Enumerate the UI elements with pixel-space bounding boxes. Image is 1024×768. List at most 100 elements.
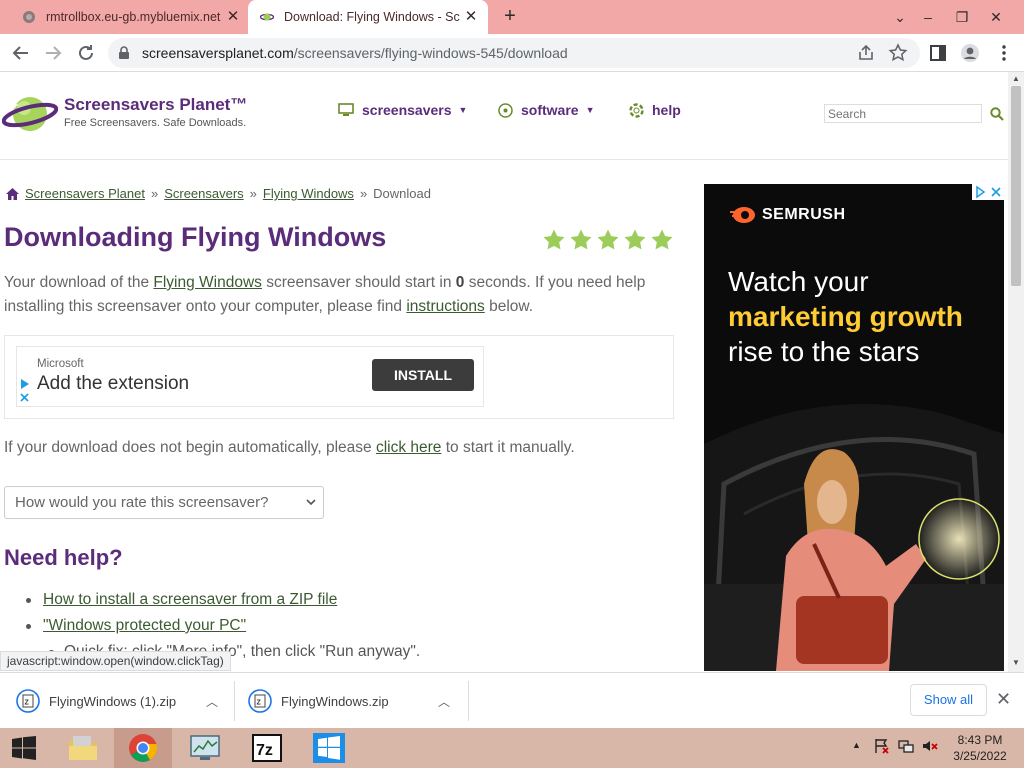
minimize-button[interactable]: –: [912, 0, 944, 34]
help-link-windows-protected[interactable]: "Windows protected your PC": [43, 617, 246, 634]
ad-advertiser: Microsoft: [37, 358, 84, 370]
screensaver-link[interactable]: Flying Windows: [153, 274, 262, 291]
lock-icon[interactable]: [118, 46, 130, 60]
breadcrumb-link[interactable]: Flying Windows: [263, 186, 354, 201]
side-banner-ad[interactable]: SEMRUSH Watch your marketing growth rise…: [704, 184, 1004, 671]
adchoices-icon[interactable]: [972, 184, 988, 200]
browser-tab-active[interactable]: Download: Flying Windows - Scre ✕: [248, 0, 488, 34]
close-window-button[interactable]: ✕: [980, 0, 1012, 34]
install-button[interactable]: INSTALL: [372, 359, 474, 391]
back-arrow-icon[interactable]: [10, 42, 32, 64]
text-fragment: Your download of the: [4, 274, 154, 291]
chevron-up-icon[interactable]: ︿: [438, 693, 450, 710]
download-item[interactable]: Z FlyingWindows.zip ︿: [248, 679, 462, 723]
site-search-input[interactable]: [824, 104, 982, 123]
ad-headline[interactable]: Add the extension: [37, 373, 189, 395]
breadcrumb-separator: »: [359, 186, 368, 201]
text-fragment: If your download does not begin automati…: [4, 439, 376, 456]
system-clock[interactable]: 8:43 PM 3/25/2022: [944, 732, 1016, 764]
site-tagline: Free Screensavers. Safe Downloads.: [64, 117, 247, 129]
scrollbar-thumb[interactable]: [1011, 86, 1021, 286]
link-status-bar: javascript:window.open(window.clickTag): [0, 651, 231, 671]
rating-select[interactable]: How would you rate this screensaver?: [4, 486, 324, 519]
breadcrumb-link[interactable]: Screensavers: [164, 186, 243, 201]
start-button[interactable]: [0, 728, 48, 768]
chrome-taskbar-button[interactable]: [114, 728, 172, 768]
breadcrumb-separator: »: [249, 186, 257, 201]
new-tab-button[interactable]: +: [500, 6, 520, 26]
chevron-up-icon[interactable]: ︿: [206, 693, 218, 710]
action-center-flag-icon[interactable]: [874, 738, 890, 754]
text-fragment: below.: [484, 298, 534, 315]
resource-monitor-button[interactable]: [176, 728, 234, 768]
svg-text:Z: Z: [25, 700, 30, 707]
star-icon: [651, 229, 673, 250]
svg-text:7z: 7z: [256, 742, 273, 759]
inline-ad[interactable]: Microsoft Add the extension INSTALL: [16, 346, 484, 407]
scroll-up-icon[interactable]: ▲: [1012, 74, 1020, 83]
rating-select-value: How would you rate this screensaver?: [15, 494, 269, 511]
7zip-taskbar-button[interactable]: 7z: [238, 728, 296, 768]
help-heading: Need help?: [4, 545, 123, 570]
reload-icon[interactable]: [75, 42, 97, 64]
close-tab-icon[interactable]: ✕: [464, 9, 478, 24]
side-panel-icon[interactable]: [928, 43, 948, 63]
click-here-link[interactable]: click here: [376, 439, 441, 456]
clock-date: 3/25/2022: [953, 749, 1007, 763]
bookmark-star-icon[interactable]: [888, 43, 908, 63]
close-shelf-icon[interactable]: ✕: [996, 689, 1011, 710]
network-icon[interactable]: [898, 738, 914, 754]
list-item: "Windows protected your PC": [24, 614, 420, 640]
chevron-down-icon: ▼: [585, 105, 595, 115]
menu-kebab-icon[interactable]: [994, 43, 1014, 63]
search-icon[interactable]: [990, 107, 1004, 121]
download-item[interactable]: Z FlyingWindows (1).zip ︿: [16, 679, 230, 723]
download-intro-text: Your download of the Flying Windows scre…: [4, 271, 664, 319]
star-icon: [543, 229, 565, 250]
close-ad-icon[interactable]: [988, 184, 1004, 200]
download-filename: FlyingWindows (1).zip: [49, 693, 177, 709]
instructions-link[interactable]: instructions: [406, 298, 484, 315]
scroll-down-icon[interactable]: ▼: [1012, 658, 1020, 667]
globe-icon: [23, 11, 35, 23]
page-scrollbar[interactable]: ▲ ▼: [1008, 72, 1024, 672]
svg-text:Z: Z: [257, 700, 262, 707]
nav-screensavers[interactable]: screensavers ▼: [338, 102, 467, 118]
breadcrumb: Screensavers Planet » Screensavers » Fly…: [6, 186, 431, 201]
file-explorer-button[interactable]: [54, 728, 112, 768]
zip-file-icon: Z: [16, 689, 40, 713]
share-icon[interactable]: [856, 43, 876, 63]
chrome-icon: [129, 734, 158, 762]
ad-headline-line1: Watch your: [728, 266, 869, 297]
forward-arrow-icon[interactable]: [42, 42, 64, 64]
show-all-downloads-button[interactable]: Show all: [910, 684, 987, 716]
site-logo-title[interactable]: Screensavers Planet™: [64, 95, 247, 115]
home-icon[interactable]: [6, 187, 19, 200]
volume-muted-icon[interactable]: [922, 738, 938, 754]
url-host: screensaversplanet.com: [142, 45, 294, 61]
close-tab-icon[interactable]: ✕: [226, 9, 240, 24]
windows-logo-icon: [12, 736, 36, 760]
windows-app-button[interactable]: [300, 728, 358, 768]
inline-ad-container: Microsoft Add the extension INSTALL: [4, 335, 674, 419]
address-bar[interactable]: screensaversplanet.com/screensavers/flyi…: [108, 38, 920, 68]
7zip-icon: 7z: [252, 734, 282, 762]
planet-logo-icon[interactable]: [2, 88, 58, 138]
tab-title: Download: Flying Windows - Scre: [284, 10, 460, 24]
text-fragment: to start it manually.: [441, 439, 575, 456]
ad-headline-line2: marketing growth: [728, 301, 963, 332]
help-link-zip[interactable]: How to install a screensaver from a ZIP …: [43, 591, 337, 608]
adchoices-badge[interactable]: [972, 184, 1004, 200]
restore-button[interactable]: ❐: [946, 0, 978, 34]
browser-tab[interactable]: rmtrollbox.eu-gb.mybluemix.net ✕: [16, 0, 250, 34]
breadcrumb-link[interactable]: Screensavers Planet: [25, 186, 145, 201]
nav-software[interactable]: software ▼: [498, 102, 595, 118]
ad-play-icon[interactable]: [19, 377, 31, 403]
tray-overflow-icon[interactable]: ▲: [852, 740, 861, 750]
nav-help[interactable]: help: [629, 102, 681, 118]
tab-title: rmtrollbox.eu-gb.mybluemix.net: [46, 10, 221, 24]
text-fragment: screensaver should start in: [261, 274, 456, 291]
shelf-divider: [234, 681, 235, 721]
breadcrumb-current: Download: [373, 186, 431, 201]
profile-avatar-icon[interactable]: [960, 43, 980, 63]
